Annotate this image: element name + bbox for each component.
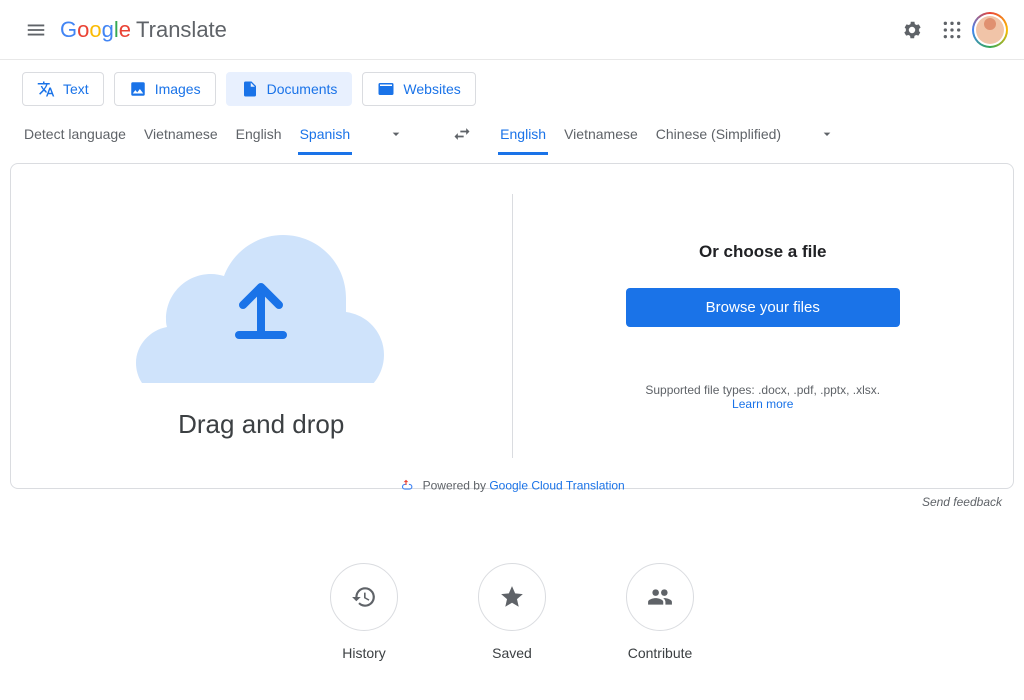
menu-button[interactable]	[16, 10, 56, 50]
chevron-down-icon	[388, 126, 404, 142]
mode-websites[interactable]: Websites	[362, 72, 475, 106]
source-lang-more[interactable]	[366, 120, 426, 151]
saved-button[interactable]: Saved	[478, 563, 546, 661]
mode-label: Text	[63, 81, 89, 97]
supported-types-list: Supported file types: .docx, .pdf, .pptx…	[645, 383, 880, 397]
source-lang-spanish[interactable]: Spanish	[298, 116, 353, 155]
bottom-actions: History Saved Contribute	[0, 563, 1024, 661]
google-cloud-icon	[399, 478, 413, 495]
gear-icon	[901, 19, 923, 41]
translate-text-icon	[37, 80, 55, 98]
hamburger-icon	[25, 19, 47, 41]
powered-by-text: Powered by	[423, 479, 490, 493]
drag-drop-label: Drag and drop	[178, 409, 344, 440]
mode-text[interactable]: Text	[22, 72, 104, 106]
target-lang-more[interactable]	[797, 120, 857, 151]
target-lang-english[interactable]: English	[498, 116, 548, 155]
supported-types-text: Supported file types: .docx, .pdf, .pptx…	[645, 383, 880, 411]
target-lang-vietnamese[interactable]: Vietnamese	[562, 116, 640, 155]
contribute-button[interactable]: Contribute	[626, 563, 694, 661]
app-header: Google Translate	[0, 0, 1024, 60]
learn-more-link[interactable]: Learn more	[732, 397, 793, 411]
google-translate-logo[interactable]: Google Translate	[60, 17, 227, 43]
translate-logo-text: Translate	[136, 17, 227, 43]
mode-documents[interactable]: Documents	[226, 72, 353, 106]
settings-button[interactable]	[892, 10, 932, 50]
source-language-group: Detect language Vietnamese English Spani…	[22, 116, 426, 155]
google-cloud-translation-link[interactable]: Google Cloud Translation	[489, 479, 624, 493]
account-avatar[interactable]	[972, 12, 1008, 48]
mode-label: Images	[155, 81, 201, 97]
document-upload-card-wrap: Drag and drop Or choose a file Browse yo…	[0, 163, 1024, 509]
apps-button[interactable]	[932, 10, 972, 50]
language-bar: Detect language Vietnamese English Spani…	[0, 116, 1024, 163]
people-icon	[647, 584, 673, 610]
choose-file-label: Or choose a file	[699, 242, 827, 262]
document-icon	[241, 80, 259, 98]
saved-label: Saved	[492, 645, 532, 661]
history-icon	[351, 584, 377, 610]
website-icon	[377, 80, 395, 98]
image-icon	[129, 80, 147, 98]
source-lang-detect[interactable]: Detect language	[22, 116, 128, 155]
document-upload-card: Drag and drop Or choose a file Browse yo…	[10, 163, 1014, 489]
history-button[interactable]: History	[330, 563, 398, 661]
google-logo-text: Google	[60, 17, 131, 43]
contribute-label: Contribute	[628, 645, 693, 661]
apps-grid-icon	[942, 20, 962, 40]
history-label: History	[342, 645, 386, 661]
input-mode-tabs: Text Images Documents Websites	[0, 60, 1024, 116]
file-choose-section: Or choose a file Browse your files Suppo…	[513, 164, 1014, 488]
chevron-down-icon	[819, 126, 835, 142]
mode-label: Documents	[267, 81, 338, 97]
upload-cloud-icon	[121, 213, 401, 383]
powered-by-footer: Powered by Google Cloud Translation	[0, 478, 1024, 495]
star-icon	[499, 584, 525, 610]
mode-label: Websites	[403, 81, 460, 97]
swap-horizontal-icon	[452, 124, 472, 144]
target-language-group: English Vietnamese Chinese (Simplified)	[498, 116, 857, 155]
mode-images[interactable]: Images	[114, 72, 216, 106]
drag-drop-zone[interactable]: Drag and drop	[11, 164, 512, 488]
avatar-image	[976, 16, 1004, 44]
browse-files-button[interactable]: Browse your files	[626, 288, 900, 327]
swap-languages-button[interactable]	[426, 124, 498, 147]
source-lang-english[interactable]: English	[234, 116, 284, 155]
source-lang-vietnamese[interactable]: Vietnamese	[142, 116, 220, 155]
target-lang-chinese[interactable]: Chinese (Simplified)	[654, 116, 783, 155]
